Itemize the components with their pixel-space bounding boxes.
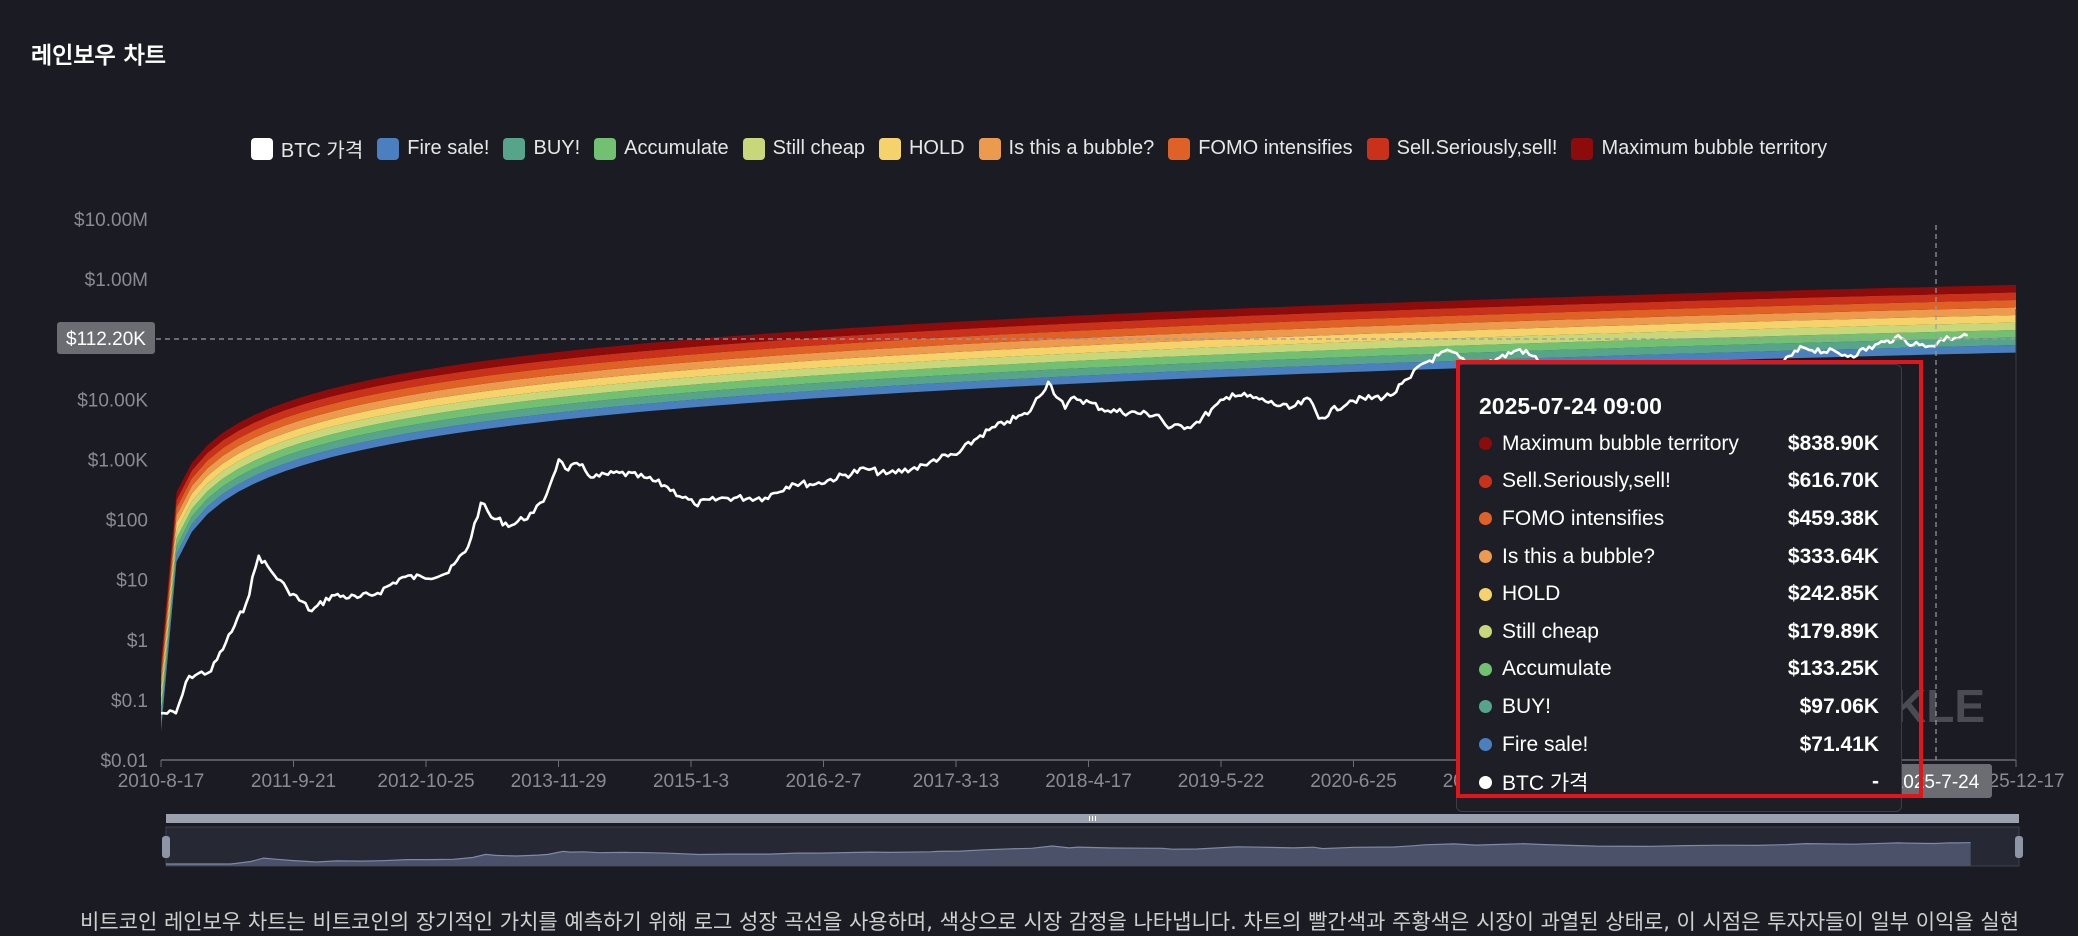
tooltip-row-dot	[1479, 512, 1492, 526]
tooltip-row-name: Is this a bubble?	[1502, 544, 1655, 568]
tooltip-row-value: $133.25K	[1787, 657, 1879, 681]
tooltip-row-name: BUY!	[1502, 694, 1552, 718]
tooltip-row-value: $459.38K	[1787, 506, 1879, 530]
tooltip-row-dot	[1479, 625, 1492, 639]
zoom-handle-right[interactable]	[2015, 836, 2023, 858]
y-tick-label: $1.00M	[85, 270, 148, 291]
x-tick-label: 2020-6-25	[1310, 771, 1397, 792]
tooltip-row: HOLD $242.85K	[1479, 575, 1879, 613]
tooltip-row-value: $71.41K	[1799, 732, 1879, 756]
tooltip-row-value: $838.90K	[1787, 431, 1879, 455]
data-zoom-slider[interactable]	[162, 814, 2023, 867]
tooltip-title: 2025-07-24 09:00	[1479, 393, 1662, 419]
x-tick-label: 2010-8-17	[118, 771, 205, 792]
tooltip-row-name: Still cheap	[1502, 619, 1599, 643]
tooltip-row-value: $616.70K	[1787, 469, 1879, 493]
tooltip-row-name: Maximum bubble territory	[1502, 431, 1739, 455]
x-tick-label: 2013-11-29	[511, 771, 607, 792]
tooltip-row: Still cheap $179.89K	[1479, 613, 1879, 651]
y-tick-label: $10.00M	[74, 210, 148, 231]
tooltip-row-name: HOLD	[1502, 582, 1561, 606]
tooltip-row-dot	[1479, 775, 1492, 789]
x-tick-label: 2019-5-22	[1178, 771, 1265, 792]
tooltip-row: BTC 가격 -	[1479, 763, 1879, 801]
y-tick-label: $10	[116, 571, 148, 592]
crosshair-x-label: 2025-7-24	[1893, 772, 1980, 793]
tooltip-row-name: Fire sale!	[1502, 732, 1589, 756]
y-tick-label: $1	[127, 631, 148, 652]
x-tick-label: 2018-4-17	[1045, 771, 1132, 792]
tooltip-row-value: $333.64K	[1787, 544, 1879, 568]
tooltip-row-dot	[1479, 738, 1492, 752]
x-tick-label: 2015-1-3	[653, 771, 729, 792]
tooltip-row-dot	[1479, 662, 1492, 676]
x-tick-label: 2012-10-25	[377, 771, 474, 792]
tooltip-row-value: $179.89K	[1787, 619, 1879, 643]
y-tick-label: $0.01	[100, 751, 148, 772]
tooltip-row: Accumulate $133.25K	[1479, 651, 1879, 689]
x-tick-label: 2016-2-7	[785, 771, 861, 792]
tooltip-row: Maximum bubble territory $838.90K	[1479, 425, 1879, 463]
tooltip-row: FOMO intensifies $459.38K	[1479, 500, 1879, 538]
y-tick-label: $100	[106, 511, 148, 532]
tooltip-row-dot	[1479, 550, 1492, 564]
tooltip-row-dot	[1479, 587, 1492, 601]
y-tick-label: $10.00K	[77, 390, 148, 411]
zoom-handle-left[interactable]	[162, 836, 170, 858]
tooltip-row: BUY! $97.06K	[1479, 688, 1879, 726]
tooltip-row-name: Accumulate	[1502, 657, 1612, 681]
tooltip-row-name: BTC 가격	[1502, 772, 1589, 796]
x-tick-label: 2017-3-13	[913, 771, 1000, 792]
tooltip-row-value: -	[1872, 770, 1879, 794]
y-tick-label: $0.1	[111, 691, 148, 712]
tooltip-row: Fire sale! $71.41K	[1479, 726, 1879, 764]
tooltip-row: Sell.Seriously,sell! $616.70K	[1479, 463, 1879, 501]
tooltip-row-value: $242.85K	[1787, 582, 1879, 606]
chart-description: 비트코인 레인보우 차트는 비트코인의 장기적인 가치를 예측하기 위해 로그 …	[80, 910, 2020, 934]
tooltip-row-dot	[1479, 437, 1492, 451]
y-tick-label: $1.00K	[88, 450, 149, 471]
watermark: KLE	[1893, 680, 1985, 732]
tooltip-row-dot	[1479, 700, 1492, 714]
tooltip-row-dot	[1479, 474, 1492, 488]
x-tick-label: 2011-9-21	[251, 771, 336, 792]
chart-tooltip: 2025-07-24 09:00 Maximum bubble territor…	[1456, 364, 1902, 812]
tooltip-row-name: FOMO intensifies	[1502, 506, 1665, 530]
tooltip-row-value: $97.06K	[1799, 694, 1879, 718]
tooltip-rows: Maximum bubble territory $838.90K Sell.Ser…	[1479, 425, 1879, 801]
tooltip-row-name: Sell.Seriously,sell!	[1502, 469, 1671, 493]
tooltip-row: Is this a bubble? $333.64K	[1479, 538, 1879, 576]
crosshair-y-label: $112.20K	[66, 329, 146, 350]
